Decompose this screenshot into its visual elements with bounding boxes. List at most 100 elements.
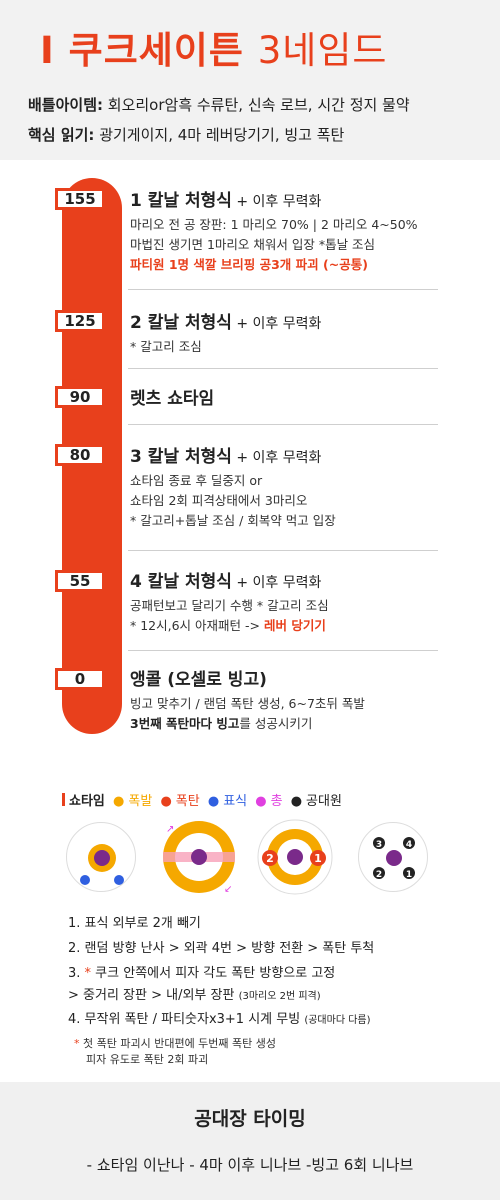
- note-text: 첫 폭탄 파괴시 반대편에 두번째 폭탄 생성: [79, 1037, 277, 1050]
- step-3-number: 3.: [68, 966, 85, 981]
- legend-dot-big-ball: ●: [290, 794, 303, 809]
- legend-dot-bomb: ●: [160, 794, 172, 809]
- phase-line: * 12시,6시 아재패턴 -> 레버 당기기: [130, 616, 440, 636]
- phase-title-text: 2 칼날 처형식: [130, 313, 232, 333]
- step-3-text: 쿠크 안쪽에서 피자 각도 폭탄 방향으로 고정: [91, 966, 336, 981]
- bomb-note-2: 피자 유도로 폭탄 2회 파괴: [86, 1053, 209, 1066]
- title-prefix: I: [40, 29, 69, 72]
- legend-gun: 총: [270, 794, 283, 809]
- header-panel: I 쿠크세이튼 3네임드 배틀아이템: 회오리or암흑 수류탄, 신속 로브, …: [0, 0, 500, 160]
- divider: [128, 550, 438, 551]
- diagram-mark-svg: [80, 844, 124, 885]
- diagram-mark: [66, 822, 136, 892]
- phase-entry-1: 1 칼날 처형식 + 이후 무력화 마리오 전 공 장판: 1 마리오 70% …: [130, 186, 440, 275]
- phase-line-text: * 12시,6시 아재패턴 ->: [130, 618, 264, 633]
- footer-panel: 공대장 타이밍 - 쇼타임 이난나 - 4마 이후 니나브 -빙고 6회 니나브: [0, 1082, 500, 1200]
- step-4-note: (공대마다 다름): [304, 1015, 371, 1026]
- divider: [128, 424, 438, 425]
- mark-dot: [114, 875, 124, 885]
- phase-title: 3 칼날 처형식 + 이후 무력화: [130, 442, 440, 467]
- bingo-highlight: 3번째 폭탄마다 빙고: [130, 716, 240, 731]
- step-3-continued: > 중거리 장판 > 내/외부 장판 (3마리오 2번 피격): [68, 984, 321, 1003]
- diagram-spray: ↗ ↙: [160, 818, 238, 896]
- diagram-spray-svg: ↗ ↙: [163, 821, 235, 895]
- phase-line-text: 를 성공시키기: [239, 716, 313, 731]
- step-4: 4. 무작위 폭탄 / 파티숫자x3+1 시계 무빙 (공대마다 다름): [68, 1008, 371, 1027]
- phase-entry-5: 4 칼날 처형식 + 이후 무력화 공패턴보고 달리기 수행 * 갈고리 조심 …: [130, 567, 440, 636]
- phase-line: 마법진 생기면 1마리오 채워서 입장 *톱날 조심: [130, 237, 376, 252]
- phase-entry-6: 앵콜 (오셀로 빙고) 빙고 맞추기 / 랜덤 폭탄 생성, 6~7초뒤 폭발 …: [130, 665, 440, 734]
- boss-icon: [386, 850, 402, 866]
- page-title: I 쿠크세이튼 3네임드: [40, 20, 387, 74]
- phase-line-highlight: 파티원 1명 색깔 브리핑 공3개 파괴 (~공통): [130, 257, 368, 272]
- diagram-clock: 3 4 2 1: [358, 822, 428, 892]
- phase-entry-4: 3 칼날 처형식 + 이후 무력화 쇼타임 종료 후 딜중지 or 쇼타임 2회…: [130, 442, 440, 531]
- hp-label: 125: [55, 310, 105, 332]
- step-2: 2. 랜덤 방향 난사 > 외곽 4번 > 방향 전환 > 폭탄 투척: [68, 941, 375, 956]
- key-reading-key: 핵심 읽기:: [28, 126, 95, 144]
- phase-title-suffix: + 이후 무력화: [231, 450, 322, 466]
- party-number: 4: [406, 840, 412, 850]
- boss-icon: [191, 849, 207, 865]
- phase-line: * 갈고리+톱날 조심 / 회복약 먹고 입장: [130, 513, 336, 528]
- party-number: 2: [376, 870, 382, 880]
- footer-title: 공대장 타이밍: [194, 1108, 306, 1130]
- battle-items-value: 회오리or암흑 수류탄, 신속 로브, 시간 정지 물약: [103, 96, 410, 114]
- mark-dot: [80, 875, 90, 885]
- phase-line: 빙고 맞추기 / 랜덤 폭탄 생성, 6~7초뒤 폭발: [130, 696, 365, 711]
- phase-entry-2: 2 칼날 처형식 + 이후 무력화 * 갈고리 조심: [130, 308, 440, 357]
- hp-label: 80: [55, 444, 105, 466]
- legend-dot-gun: ●: [255, 794, 267, 809]
- phase-title: 2 칼날 처형식 + 이후 무력화: [130, 308, 440, 333]
- hp-label: 55: [55, 570, 105, 592]
- step-1: 1. 표식 외부로 2개 빼기: [68, 916, 201, 931]
- phase-title-text: 1 칼날 처형식: [130, 191, 232, 211]
- battle-items-key: 배틀아이템:: [28, 96, 103, 114]
- divider: [128, 289, 438, 290]
- divider: [128, 368, 438, 369]
- phase-title: 4 칼날 처형식 + 이후 무력화: [130, 567, 440, 592]
- title-gate: 3네임드: [257, 29, 388, 72]
- legend-mark: 표식: [223, 794, 248, 809]
- bomb-number: 1: [314, 852, 322, 865]
- lever-highlight: 레버 당기기: [263, 618, 326, 633]
- footer-line: - 쇼타임 이난나 - 4마 이후 니나브 -빙고 6회 니나브: [86, 1156, 414, 1174]
- step-3-cont-text: > 중거리 장판 > 내/외부 장판: [68, 988, 239, 1003]
- phase-line: * 갈고리 조심: [130, 339, 202, 354]
- phase-line: 쇼타임 종료 후 딜중지 or: [130, 473, 263, 488]
- hp-label: 0: [55, 668, 105, 690]
- hp-label: 90: [55, 386, 105, 408]
- phase-title-suffix: + 이후 무력화: [231, 316, 322, 332]
- diagram-bomb: 2 1: [256, 818, 334, 896]
- step-3-note: (3마리오 2번 피격): [238, 991, 321, 1002]
- phase-title-text: 4 칼날 처형식: [130, 572, 232, 592]
- phase-title: 앵콜 (오셀로 빙고): [130, 670, 267, 690]
- legend-showtime: 쇼타임: [69, 794, 105, 809]
- phase-title-suffix: + 이후 무력화: [231, 575, 322, 591]
- phase-title: 렛츠 쇼타임: [130, 389, 215, 409]
- phase-entry-3: 렛츠 쇼타임: [130, 384, 440, 409]
- diagram-bomb-svg: 2 1: [257, 819, 333, 895]
- diagram-clock-svg: 3 4 2 1: [373, 837, 415, 880]
- party-number: 1: [406, 870, 412, 880]
- rotate-arrow-icon: ↗: [166, 824, 174, 835]
- step-3: 3. * 쿠크 안쪽에서 피자 각도 폭탄 방향으로 고정: [68, 962, 335, 981]
- title-main: 쿠크세이튼: [68, 29, 258, 72]
- phase-title-suffix: + 이후 무력화: [231, 194, 322, 210]
- legend-bomb: 폭탄: [175, 794, 200, 809]
- phase-line: 마리오 전 공 장판: 1 마리오 70% | 2 마리오 4~50%: [130, 217, 418, 232]
- legend: 쇼타임 ● 폭발 ● 폭탄 ● 표식 ● 총 ● 공대원: [62, 790, 346, 809]
- phase-title-text: 3 칼날 처형식: [130, 447, 232, 467]
- legend-bar-mark: [62, 793, 65, 806]
- boss-icon: [94, 850, 110, 866]
- key-reading-value: 광기게이지, 4마 레버당기기, 빙고 폭탄: [94, 126, 345, 144]
- step-4-text: 4. 무작위 폭탄 / 파티숫자x3+1 시계 무빙: [68, 1012, 305, 1027]
- party-number: 3: [376, 840, 382, 850]
- boss-icon: [287, 849, 303, 865]
- phase-line: 쇼타임 2회 피격상태에서 3마리오: [130, 493, 308, 508]
- phase-line: 3번째 폭탄마다 빙고를 성공시키기: [130, 714, 440, 734]
- bomb-note-1: * 첫 폭탄 파괴시 반대편에 두번째 폭탄 생성: [74, 1036, 276, 1051]
- legend-explosion: 폭발: [128, 794, 153, 809]
- battle-items-line: 배틀아이템: 회오리or암흑 수류탄, 신속 로브, 시간 정지 물약: [28, 94, 410, 115]
- divider: [128, 650, 438, 651]
